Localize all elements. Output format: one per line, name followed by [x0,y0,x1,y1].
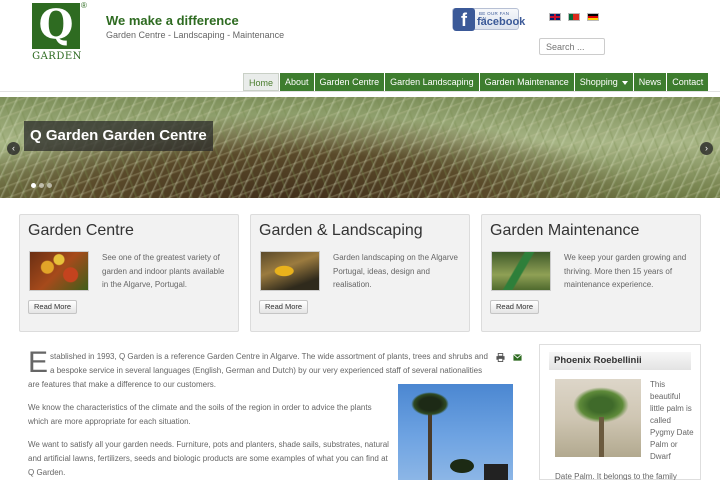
hero-caption: Q Garden Garden Centre [24,121,213,151]
logo-letter: Q [38,1,74,48]
nav-garden-centre[interactable]: Garden Centre [313,73,385,91]
palm-crown [411,392,449,416]
sidebar-featured-plant: Phoenix Roebellinii This beautiful littl… [539,344,701,480]
facebook-fan-button[interactable]: f BE OUR FAN ON facebook [452,8,525,31]
print-icon[interactable] [496,353,505,362]
chevron-down-icon [621,80,628,85]
site-tagline: We make a difference [106,13,239,28]
phoenix-palm-image[interactable] [555,379,641,457]
feature-title: Garden Centre [28,222,134,239]
main-nav: Home About Garden Centre Garden Landscap… [243,73,709,91]
feature-text: We keep your garden growing and thriving… [564,253,687,289]
sidebar-title: Phoenix Roebellinii [549,352,691,370]
site-subtagline: Garden Centre - Landscaping - Maintenanc… [106,30,285,40]
portugal-flag-icon[interactable] [568,13,580,21]
slider-pagination [31,183,52,188]
search-input[interactable] [539,38,605,55]
palm-tree-image [398,384,513,480]
read-more-button[interactable]: Read More [28,300,78,314]
article-paragraph: We know the characteristics of the clima… [28,403,372,426]
article-paragraph: We want to satisfy all your garden needs… [28,440,389,477]
nav-about[interactable]: About [279,73,314,91]
nav-news[interactable]: News [632,73,667,91]
nav-divider [0,91,720,92]
nav-shopping-label: Shopping [579,77,618,87]
nav-garden-maintenance[interactable]: Garden Maintenance [478,73,574,91]
feature-box-garden-centre: Garden Centre See one of the greatest va… [19,214,239,332]
drop-cap: E [28,346,49,379]
sidebar-text: This beautiful little palm is called Pyg… [650,380,694,461]
palm-trunk [599,417,604,457]
uk-flag-icon[interactable] [549,13,561,21]
feature-box-landscaping: Garden & Landscaping Garden landscaping … [250,214,470,332]
feature-text: See one of the greatest variety of garde… [102,253,225,289]
slider-prev-arrow-icon[interactable]: ‹ [7,142,20,155]
site-logo[interactable]: Q ® GARDEN [32,1,87,63]
feature-text: Garden landscaping on the Algarve Portug… [333,253,458,289]
nav-shopping[interactable]: Shopping [573,73,633,91]
feature-thumbnail[interactable] [491,251,551,291]
facebook-icon: f [453,8,475,31]
logo-text: GARDEN [32,51,82,62]
nav-garden-landscaping[interactable]: Garden Landscaping [384,73,479,91]
nav-home[interactable]: Home [243,73,280,91]
feature-thumbnail[interactable] [260,251,320,291]
slider-dot[interactable] [31,183,36,188]
germany-flag-icon[interactable] [587,13,599,21]
read-more-button[interactable]: Read More [490,300,540,314]
palm-trunk [428,409,432,480]
read-more-button[interactable]: Read More [259,300,309,314]
registered-mark: ® [81,1,87,10]
feature-title: Garden Maintenance [490,222,640,239]
slider-dot[interactable] [47,183,52,188]
feature-thumbnail[interactable] [29,251,89,291]
slider-next-arrow-icon[interactable]: › [700,142,713,155]
feature-box-maintenance: Garden Maintenance We keep your garden g… [481,214,701,332]
email-icon[interactable] [513,353,522,362]
feature-title: Garden & Landscaping [259,222,423,239]
language-switcher [549,13,599,21]
sidebar-text-continued: Date Palm. It belongs to the family [555,472,677,480]
article-actions [496,353,522,362]
facebook-word: facebook [477,16,526,28]
palm-overlay [484,464,508,480]
logo-mark: Q [32,3,80,49]
nav-contact[interactable]: Contact [666,73,709,91]
slider-dot[interactable] [39,183,44,188]
palm-crown-small [450,459,474,473]
hero-slider: Q Garden Garden Centre ‹ › [0,97,720,198]
